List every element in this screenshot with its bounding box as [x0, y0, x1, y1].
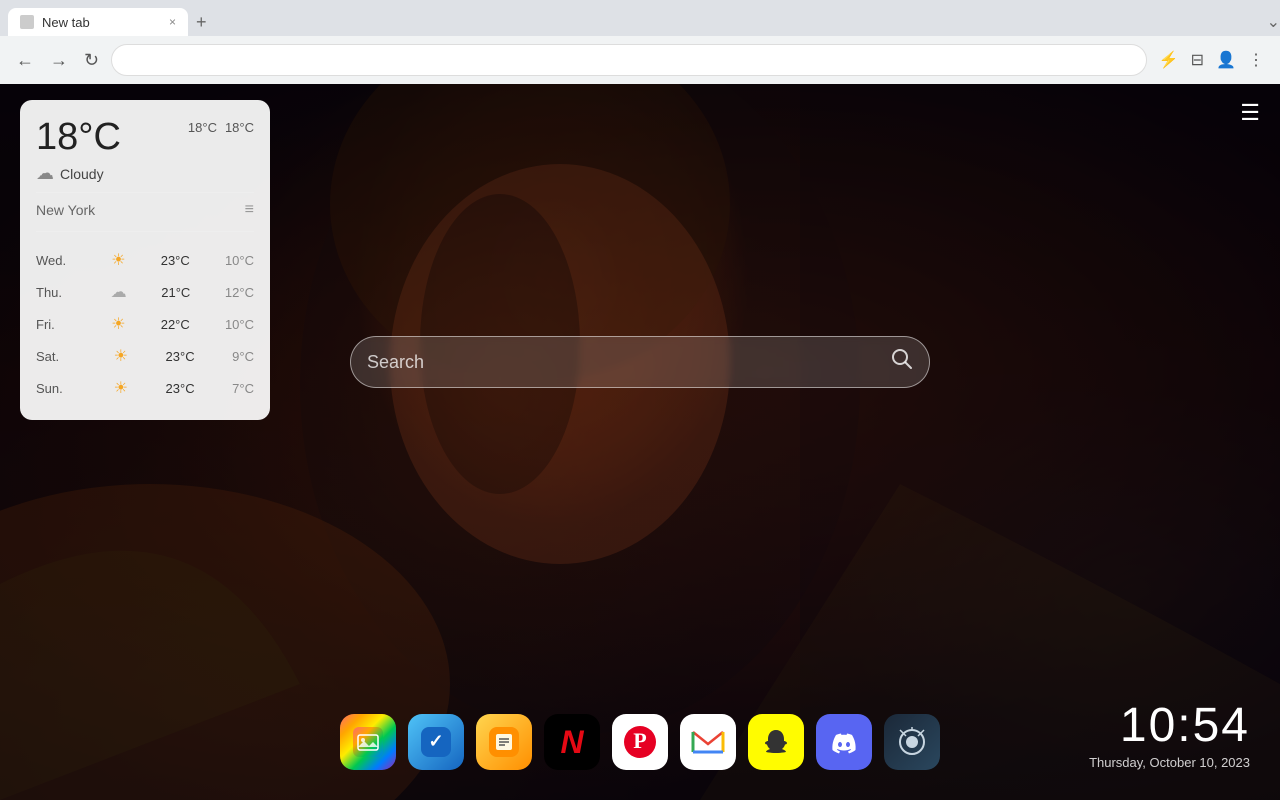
weather-condition: ☁ Cloudy	[36, 163, 121, 184]
forecast-icon-wed: ☀	[111, 250, 125, 270]
photos-icon	[353, 727, 383, 757]
clock-date: Thursday, October 10, 2023	[1089, 755, 1250, 770]
forecast-high-thu: 21°C	[161, 285, 190, 300]
forecast-high-sat: 23°C	[166, 349, 195, 364]
forecast-high-fri: 22°C	[161, 317, 190, 332]
forward-button[interactable]: →	[46, 46, 72, 75]
app-icon-netflix[interactable]: N	[544, 714, 600, 770]
search-button[interactable]	[891, 348, 913, 376]
weather-main-info: 18°C ☁ Cloudy	[36, 116, 121, 184]
app-icon-photos[interactable]	[340, 714, 396, 770]
forecast-high-wed: 23°C	[161, 253, 190, 268]
forecast-row-sun: Sun. ☀ 23°C 7°C	[36, 372, 254, 404]
app-icon-discord[interactable]	[816, 714, 872, 770]
gmail-icon	[691, 728, 725, 756]
forecast-low-fri: 10°C	[225, 317, 254, 332]
forecast-high-sun: 23°C	[166, 381, 195, 396]
menu-button[interactable]: ⋮	[1244, 46, 1268, 74]
weather-top: 18°C ☁ Cloudy 18°C 18°C	[36, 116, 254, 184]
forecast-day-thu: Thu.	[36, 285, 76, 300]
forecast-row-sat: Sat. ☀ 23°C 9°C	[36, 340, 254, 372]
new-tab-button[interactable]: +	[188, 12, 215, 33]
weather-location: New York	[36, 202, 95, 218]
clock-time: 10:54	[1089, 698, 1250, 753]
discord-icon	[828, 726, 860, 758]
weather-high: 18°C	[188, 120, 217, 135]
cloud-icon: ☁	[36, 163, 54, 184]
extensions-button[interactable]: ⚡	[1155, 46, 1183, 74]
steam-icon	[896, 726, 928, 758]
forecast-icon-thu: ☁	[111, 282, 127, 302]
svg-text:P: P	[633, 728, 646, 753]
app-icon-notes[interactable]	[476, 714, 532, 770]
forecast-icon-sun: ☀	[114, 378, 128, 398]
forecast-icon-fri: ☀	[111, 314, 125, 334]
menu-icon[interactable]: ☰	[1240, 100, 1260, 126]
split-view-button[interactable]: ⊟	[1187, 46, 1208, 74]
weather-hi-lo: 18°C 18°C	[188, 120, 254, 135]
new-tab-page: ☰ 18°C ☁ Cloudy 18°C 18°C New York ≡ Wed…	[0, 84, 1280, 800]
notes-icon	[489, 727, 519, 757]
forecast-row-fri: Fri. ☀ 22°C 10°C	[36, 308, 254, 340]
forecast-day-fri: Fri.	[36, 317, 76, 332]
app-icon-pinterest[interactable]: P	[612, 714, 668, 770]
weather-location-row: New York ≡	[36, 192, 254, 219]
browser-chrome: New tab × + ⌄ ← → ↻ ⚡ ⊟ 👤 ⋮	[0, 0, 1280, 84]
weather-settings-icon[interactable]: ≡	[245, 201, 254, 219]
reload-button[interactable]: ↻	[80, 46, 103, 75]
back-button[interactable]: ←	[12, 46, 38, 75]
address-bar[interactable]	[111, 44, 1147, 76]
app-dock: ✓ N P	[340, 714, 940, 770]
netflix-n-icon: N	[560, 724, 583, 761]
tab-bar: New tab × + ⌄	[0, 0, 1280, 36]
forecast-icon-sat: ☀	[114, 346, 128, 366]
forecast-day-wed: Wed.	[36, 253, 76, 268]
clock-widget: 10:54 Thursday, October 10, 2023	[1089, 698, 1250, 770]
svg-text:✓: ✓	[428, 731, 443, 751]
forecast-day-sun: Sun.	[36, 381, 76, 396]
nav-icons: ⚡ ⊟ 👤 ⋮	[1155, 46, 1268, 74]
forecast-row-wed: Wed. ☀ 23°C 10°C	[36, 244, 254, 276]
forecast-day-sat: Sat.	[36, 349, 76, 364]
search-container	[350, 336, 930, 388]
forecast-low-thu: 12°C	[225, 285, 254, 300]
active-tab[interactable]: New tab ×	[8, 8, 188, 36]
search-bar	[350, 336, 930, 388]
task-icon: ✓	[421, 727, 451, 757]
app-icon-task[interactable]: ✓	[408, 714, 464, 770]
search-input[interactable]	[367, 352, 891, 373]
app-icon-snapchat[interactable]	[748, 714, 804, 770]
forecast-row-thu: Thu. ☁ 21°C 12°C	[36, 276, 254, 308]
tab-title: New tab	[42, 15, 90, 30]
tab-close-button[interactable]: ×	[169, 15, 176, 29]
forecast-low-sun: 7°C	[232, 381, 254, 396]
tab-menu-button[interactable]: ⌄	[1267, 12, 1280, 32]
pinterest-icon: P	[624, 726, 656, 758]
search-icon	[891, 348, 913, 370]
profile-button[interactable]: 👤	[1212, 46, 1240, 74]
forecast-low-sat: 9°C	[232, 349, 254, 364]
app-icon-gmail[interactable]	[680, 714, 736, 770]
weather-condition-text: Cloudy	[60, 166, 104, 182]
weather-main-temp: 18°C	[36, 116, 121, 159]
tab-favicon	[20, 15, 34, 29]
weather-forecast: Wed. ☀ 23°C 10°C Thu. ☁ 21°C 12°C Fri. ☀…	[36, 231, 254, 404]
weather-widget: 18°C ☁ Cloudy 18°C 18°C New York ≡ Wed. …	[20, 100, 270, 420]
forecast-low-wed: 10°C	[225, 253, 254, 268]
nav-bar: ← → ↻ ⚡ ⊟ 👤 ⋮	[0, 36, 1280, 84]
weather-low: 18°C	[225, 120, 254, 135]
snapchat-icon	[760, 726, 792, 758]
app-icon-steam[interactable]	[884, 714, 940, 770]
